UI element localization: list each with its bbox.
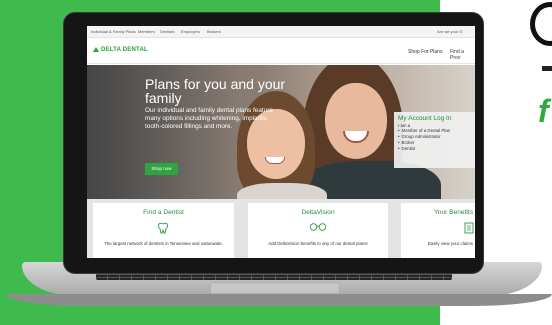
nav-find-a-provider[interactable]: Find a Prov: [450, 49, 475, 61]
hero-title: Plans for you and your family: [145, 76, 286, 106]
topbar-link-employers[interactable]: Employers: [181, 29, 200, 34]
shop-now-button[interactable]: Shop now: [145, 163, 178, 175]
logo-text: DELTA DENTAL: [101, 47, 148, 53]
card-description: Easily view your claims: [427, 241, 473, 246]
laptop-trackpad: [210, 282, 340, 294]
account-login-panel: My Account Log In I am a Member of a Den…: [394, 112, 475, 168]
card-title: DeltaVision: [301, 209, 335, 216]
delta-dental-logo[interactable]: DELTA DENTAL: [93, 47, 148, 53]
card-find-a-dentist[interactable]: Find a Dentist The largest network of de…: [93, 203, 234, 258]
feature-cards: Find a Dentist The largest network of de…: [87, 199, 475, 258]
partial-letter-f: f: [538, 93, 549, 129]
delta-triangle-icon: [93, 47, 99, 52]
hero-banner: Plans for you and your family Our indivi…: [87, 65, 475, 199]
main-navbar: DELTA DENTAL Shop For Plans Find a Prov: [87, 38, 475, 64]
topbar-link-right[interactable]: Are we your D: [437, 29, 462, 34]
laptop-base-edge: [6, 294, 552, 306]
topbar-link-members[interactable]: Members: [138, 29, 155, 34]
partial-dash: [542, 66, 552, 71]
account-option-dentist[interactable]: Dentist: [398, 146, 471, 152]
keyboard-row-divider: [96, 274, 452, 275]
nav-shop-for-plans[interactable]: Shop For Plans: [408, 49, 442, 55]
document-icon: [464, 222, 474, 234]
card-title: Find a Dentist: [143, 209, 184, 216]
tooth-icon: [158, 222, 168, 234]
hero-photo-girl-body: [237, 183, 327, 199]
card-description: The largest network of dentists in Tenne…: [104, 241, 223, 246]
hero-description: Our individual and family dental plans f…: [145, 107, 273, 131]
topbar-link-individual[interactable]: Individual & Family Plans: [91, 29, 136, 34]
hero-photo-mother: [325, 83, 387, 159]
keyboard-row-divider: [96, 277, 452, 278]
card-description: Add DeltaVision benefits to any of our d…: [268, 241, 368, 246]
topbar-link-brokers[interactable]: Brokers: [207, 29, 221, 34]
card-title: Your Benefits: [434, 209, 473, 216]
account-login-title: My Account Log In: [398, 115, 452, 122]
topbar-link-dentists[interactable]: Dentists: [160, 29, 174, 34]
utility-bar: Individual & Family Plans Members Dentis…: [87, 26, 475, 38]
glasses-icon: [309, 223, 327, 231]
card-your-benefits[interactable]: Your Benefits Easily view your claims: [401, 203, 475, 258]
card-deltavision[interactable]: DeltaVision Add DeltaVision benefits to …: [248, 203, 388, 258]
laptop-screen: Individual & Family Plans Members Dentis…: [87, 26, 475, 258]
